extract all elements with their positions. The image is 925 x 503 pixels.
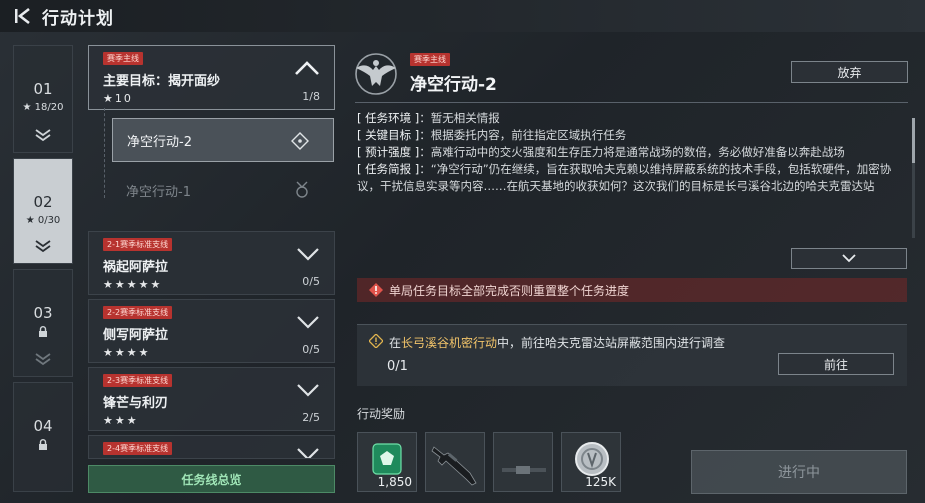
intensity-value: ：高难行动中的交火强度和生存压力将是通常战场的数倍，务必做好准备以奔赴战场 bbox=[419, 145, 845, 159]
env-row: [ 任务环境 ]：暂无相关情报 bbox=[357, 110, 907, 127]
divider bbox=[355, 102, 908, 103]
branch-mission-card[interactable]: 2-3赛季标准支线 锋芒与利刃 ★★★ 2/5 bbox=[88, 367, 335, 431]
chapter-number: 02 bbox=[33, 193, 53, 211]
mission-tag: 赛季主线 bbox=[103, 52, 143, 65]
chapter-number: 01 bbox=[33, 80, 53, 98]
mission-name: 主要目标：揭开面纱 bbox=[103, 74, 221, 89]
mission-name: 锋芒与利刃 bbox=[103, 396, 169, 411]
chapter-number: 04 bbox=[33, 417, 53, 435]
scrollbar-thumb[interactable] bbox=[912, 118, 915, 163]
branch-mission-card[interactable]: 2-4赛季标准支线 bbox=[88, 435, 335, 459]
completed-badge-icon bbox=[294, 181, 310, 203]
scope-rail-icon bbox=[502, 459, 546, 478]
target-key: [ 关键目标 ] bbox=[357, 128, 420, 142]
mission-tag: 2-1赛季标准支线 bbox=[103, 238, 173, 251]
reward-amount: 125K bbox=[585, 475, 616, 489]
double-chevron-down-icon bbox=[34, 351, 52, 370]
back-arrow-icon[interactable] bbox=[12, 5, 34, 27]
green-token-icon bbox=[372, 443, 402, 479]
expand-button[interactable] bbox=[791, 248, 907, 269]
page-title: 行动计划 bbox=[42, 8, 114, 29]
mission-title: 净空行动-2 bbox=[410, 75, 497, 95]
rifle-icon bbox=[430, 439, 482, 491]
branch-mission-card[interactable]: 2-1赛季标准支线 祸起阿萨拉 ★★★★★ 0/5 bbox=[88, 231, 335, 295]
task-prefix: 在 bbox=[389, 336, 402, 350]
mission-overview-button[interactable]: 任务线总览 bbox=[88, 465, 335, 493]
chapter-progress: ★ 18/20 bbox=[22, 102, 64, 113]
mission-name: 侧写阿萨拉 bbox=[103, 328, 169, 343]
brief-row: [ 任务简报 ]：“净空行动”仍在继续，旨在获取哈夫克赖以维持屏蔽系统的技术手段… bbox=[357, 161, 907, 195]
warning-banner: 单局任务目标全部完成否则重置整个任务进度 bbox=[357, 278, 907, 302]
reward-slot[interactable]: 1,850 bbox=[357, 432, 417, 492]
reward-slot[interactable] bbox=[493, 432, 553, 492]
top-bar: 行动计划 bbox=[0, 0, 925, 32]
mission-stars: ★★★★★ bbox=[103, 278, 163, 291]
sub-mission-label: 净空行动-1 bbox=[126, 184, 191, 200]
sub-mission-item[interactable]: 净空行动-1 bbox=[112, 168, 334, 212]
main-mission-card[interactable]: 赛季主线 主要目标：揭开面纱 ★10 1/8 bbox=[88, 45, 335, 110]
mission-tag: 2-3赛季标准支线 bbox=[103, 374, 173, 387]
chevron-up-icon bbox=[294, 60, 320, 80]
goto-button[interactable]: 前往 bbox=[778, 353, 894, 375]
task-row: 在长弓溪谷机密行动 中，前往哈夫克雷达站屏蔽范围内进行调查 0/1 前往 bbox=[357, 324, 907, 386]
warning-icon bbox=[369, 283, 383, 297]
task-location: 长弓溪谷机密行动 bbox=[401, 336, 498, 350]
rewards-label: 行动奖励 bbox=[357, 407, 406, 421]
mission-count: 0/5 bbox=[302, 343, 320, 356]
mission-count: 0/5 bbox=[302, 275, 320, 288]
brief-key: [ 任务简报 ] bbox=[357, 162, 420, 176]
mission-stars: ★★★★ bbox=[103, 346, 151, 359]
target-row: [ 关键目标 ]：根据委托内容，前往指定区域执行任务 bbox=[357, 127, 907, 144]
target-value: ：根据委托内容，前往指定区域执行任务 bbox=[419, 128, 627, 142]
double-chevron-down-icon bbox=[34, 238, 52, 257]
chapter-tab-04[interactable]: 04 bbox=[13, 382, 73, 492]
reward-slot[interactable] bbox=[425, 432, 485, 492]
task-suffix: 中，前往哈夫克雷达站屏蔽范围内进行调查 bbox=[497, 336, 726, 350]
chevron-down-icon bbox=[842, 252, 856, 266]
reward-amount: 1,850 bbox=[377, 475, 412, 489]
abandon-button[interactable]: 放弃 bbox=[791, 61, 908, 83]
mission-tag: 2-2赛季标准支线 bbox=[103, 306, 173, 319]
mission-tag: 2-4赛季标准支线 bbox=[103, 442, 173, 455]
brief-value: ：“净空行动”仍在继续，旨在获取哈夫克赖以维持屏蔽系统的技术手段，包括软硬件，加… bbox=[357, 162, 892, 193]
task-description: 在长弓溪谷机密行动 中，前往哈夫克雷达站屏蔽范围内进行调查 bbox=[368, 333, 726, 351]
env-value: ：暂无相关情报 bbox=[419, 111, 500, 125]
mission-count: 1/8 bbox=[302, 90, 320, 103]
chapter-number: 03 bbox=[33, 304, 53, 322]
mission-info: [ 任务环境 ]：暂无相关情报 [ 关键目标 ]：根据委托内容，前往指定区域执行… bbox=[357, 110, 907, 242]
chevron-down-icon bbox=[296, 446, 320, 458]
mission-name: 祸起阿萨拉 bbox=[103, 260, 169, 275]
chapter-progress: ★ 0/30 bbox=[25, 215, 61, 226]
sub-mission-label: 净空行动-2 bbox=[127, 134, 192, 150]
tree-connector bbox=[104, 108, 105, 198]
chevron-down-icon bbox=[296, 382, 320, 401]
chapter-tab-03[interactable]: 03 bbox=[13, 269, 73, 377]
sub-mission-item[interactable]: 净空行动-2 bbox=[112, 118, 334, 162]
eagle-emblem-icon bbox=[351, 52, 401, 96]
info-scrollbar[interactable] bbox=[912, 118, 915, 238]
intensity-row: [ 预计强度 ]：高难行动中的交火强度和生存压力将是通常战场的数倍，务必做好准备… bbox=[357, 144, 907, 161]
mission-count: 2/5 bbox=[302, 411, 320, 424]
chevron-down-icon bbox=[296, 314, 320, 333]
warning-text: 单局任务目标全部完成否则重置整个任务进度 bbox=[389, 283, 630, 298]
lock-icon bbox=[14, 439, 72, 453]
info-icon bbox=[368, 333, 384, 351]
env-key: [ 任务环境 ] bbox=[357, 111, 420, 125]
detail-tag: 赛季主线 bbox=[410, 53, 450, 66]
chapter-tab-01[interactable]: 01 ★ 18/20 bbox=[13, 45, 73, 153]
mission-stars: ★10 bbox=[103, 92, 133, 105]
chevron-down-icon bbox=[296, 246, 320, 265]
target-diamond-icon bbox=[291, 132, 309, 154]
branch-mission-card[interactable]: 2-2赛季标准支线 侧写阿萨拉 ★★★★ 0/5 bbox=[88, 299, 335, 363]
task-progress: 0/1 bbox=[387, 359, 408, 374]
lock-icon bbox=[14, 326, 72, 340]
chapter-tab-02[interactable]: 02 ★ 0/30 bbox=[13, 158, 73, 264]
in-progress-button[interactable]: 进行中 bbox=[691, 450, 907, 494]
double-chevron-down-icon bbox=[34, 127, 52, 146]
mission-stars: ★★★ bbox=[103, 414, 139, 427]
intensity-key: [ 预计强度 ] bbox=[357, 145, 420, 159]
reward-slot[interactable]: 125K bbox=[561, 432, 621, 492]
